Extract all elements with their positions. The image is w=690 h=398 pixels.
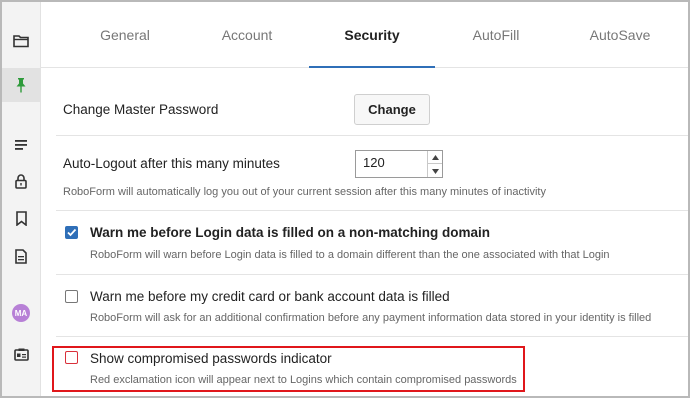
tab-account[interactable]: Account [184, 2, 310, 67]
warn-login-label: Warn me before Login data is filled on a… [90, 225, 491, 240]
list-icon [15, 140, 27, 150]
tab-security[interactable]: Security [309, 2, 435, 68]
id-card-icon [13, 348, 29, 361]
sidebar-item-logins[interactable] [2, 164, 40, 198]
security-settings-panel: Change Master Password Change Auto-Logou… [40, 68, 688, 396]
compromised-indicator-checkbox[interactable] [65, 351, 78, 364]
change-master-password-button[interactable]: Change [354, 94, 430, 125]
master-password-label: Change Master Password [63, 102, 219, 117]
decrement-button[interactable] [428, 165, 442, 177]
warn-payment-label: Warn me before my credit card or bank ac… [90, 289, 450, 304]
caret-up-icon [431, 154, 439, 160]
bookmark-icon [15, 210, 27, 226]
sidebar-item-account[interactable]: MA [2, 296, 40, 330]
increment-button[interactable] [428, 151, 442, 164]
caret-down-icon [431, 168, 439, 174]
tab-autosave[interactable]: AutoSave [557, 2, 683, 67]
auto-logout-minutes-input[interactable]: 120 [355, 150, 443, 178]
sidebar: MA [2, 2, 41, 396]
roboform-settings-window: MA General Account Security AutoFill Aut… [2, 2, 688, 396]
checkmark-icon [67, 228, 77, 237]
lock-icon [15, 173, 27, 189]
warn-payment-description: RoboForm will ask for an additional conf… [90, 312, 652, 324]
auto-logout-label: Auto-Logout after this many minutes [63, 156, 280, 171]
spinner-arrows [427, 151, 442, 177]
settings-tabs: General Account Security AutoFill AutoSa… [40, 2, 688, 68]
divider [56, 274, 688, 275]
sidebar-item-folders[interactable] [2, 24, 40, 58]
warn-payment-checkbox[interactable] [65, 290, 78, 303]
sidebar-item-list[interactable] [2, 128, 40, 162]
avatar: MA [12, 304, 30, 322]
tab-autofill[interactable]: AutoFill [433, 2, 559, 67]
sidebar-item-notes[interactable] [2, 239, 40, 273]
pin-icon [16, 78, 26, 93]
warn-login-checkbox[interactable] [65, 226, 78, 239]
divider [56, 135, 688, 136]
folder-icon [13, 35, 29, 48]
compromised-indicator-description: Red exclamation icon will appear next to… [90, 374, 517, 386]
sidebar-item-pinned[interactable] [2, 68, 40, 102]
auto-logout-value: 120 [363, 155, 385, 170]
divider [56, 336, 688, 337]
divider [56, 210, 688, 211]
tab-general[interactable]: General [62, 2, 188, 67]
sidebar-item-identities[interactable] [2, 337, 40, 371]
sidebar-item-bookmarks[interactable] [2, 201, 40, 235]
document-icon [15, 248, 27, 264]
auto-logout-description: RoboForm will automatically log you out … [63, 186, 546, 198]
compromised-indicator-label: Show compromised passwords indicator [90, 351, 332, 366]
warn-login-description: RoboForm will warn before Login data is … [90, 249, 610, 261]
